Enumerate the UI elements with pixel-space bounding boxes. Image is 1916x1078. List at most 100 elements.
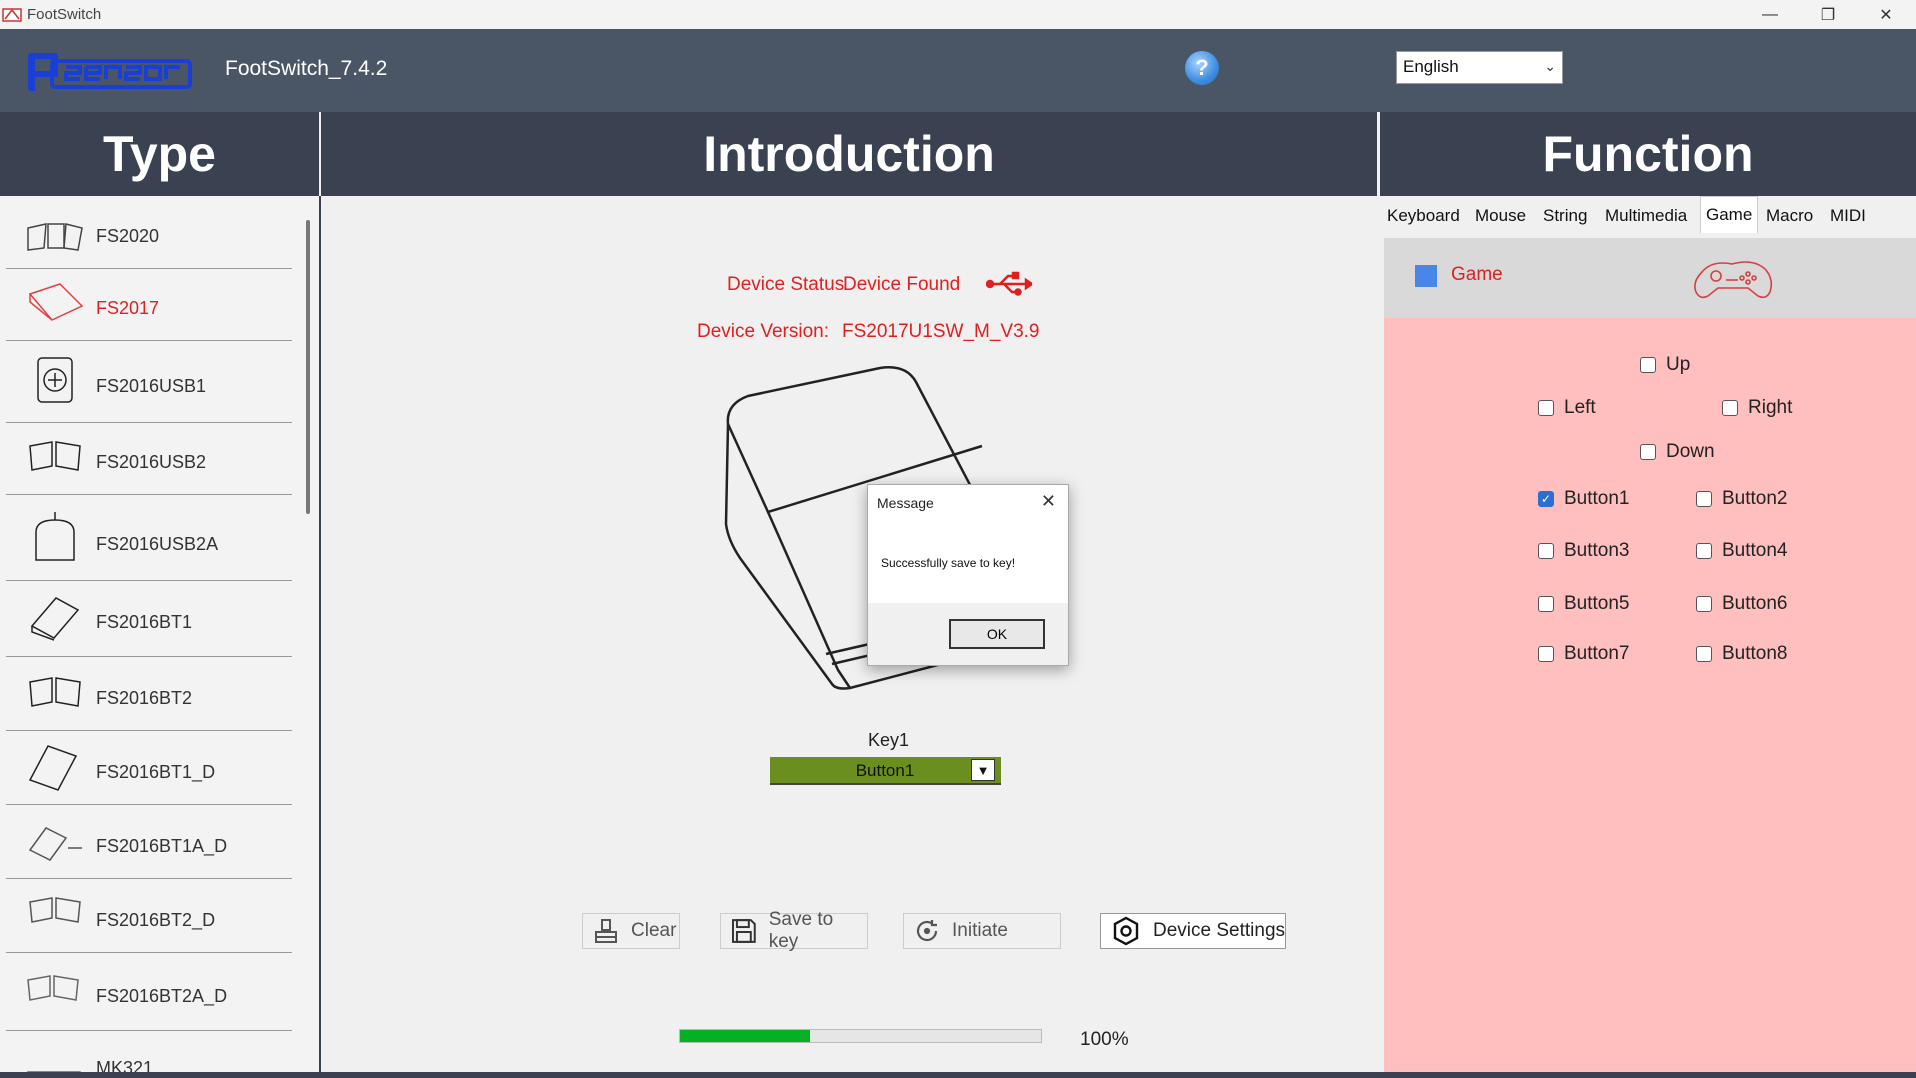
type-section-title: Type [0, 112, 319, 196]
minimize-button[interactable]: — [1741, 0, 1799, 29]
settings-button-label: Device Settings [1153, 920, 1286, 941]
fs2016bt1d-icon [28, 745, 78, 791]
device-status-label: Device Status [727, 274, 845, 295]
save-button-label: Save to key [768, 909, 834, 952]
save-to-key-button[interactable]: Save to key [720, 909, 868, 952]
fs2016bt2ad-icon [27, 975, 79, 1001]
tab-midi[interactable]: MIDI [1825, 200, 1871, 232]
checkbox-down[interactable]: Down [1640, 441, 1715, 463]
type-list-scrollbar[interactable] [306, 220, 310, 514]
checkbox-box[interactable] [1722, 400, 1738, 416]
key-label: Key1 [868, 730, 910, 750]
type-item-fs2016usb1[interactable]: FS2016USB1 [6, 340, 292, 423]
checkbox-up[interactable]: Up [1640, 354, 1690, 376]
type-item-label: FS2016BT2A_D [96, 986, 228, 1006]
restore-button[interactable]: ❐ [1799, 0, 1857, 29]
help-icon: ? [1195, 55, 1209, 80]
checkbox-box[interactable] [1696, 646, 1712, 662]
type-item-label: FS2016BT2_D [96, 910, 216, 930]
clear-button[interactable]: Clear [582, 913, 680, 949]
checkbox-label: Button3 [1564, 540, 1630, 561]
type-item-mk321[interactable]: MK321 [6, 1030, 292, 1072]
checkbox-box[interactable] [1538, 596, 1554, 612]
tab-keyboard[interactable]: Keyboard [1382, 200, 1465, 232]
usb-icon [986, 271, 1032, 296]
type-item-fs2016bt1-d[interactable]: FS2016BT1_D [6, 730, 292, 805]
device-settings-button[interactable]: Device Settings [1100, 913, 1286, 949]
checkbox-box[interactable] [1640, 444, 1656, 460]
checkbox-box[interactable] [1696, 543, 1712, 559]
tab-macro[interactable]: Macro [1761, 200, 1818, 232]
checkbox-label: Button8 [1722, 643, 1788, 664]
initiate-button[interactable]: Initiate [903, 913, 1061, 949]
game-label: Game [1451, 264, 1503, 285]
checkbox-button1[interactable]: ✓ Button1 [1538, 488, 1630, 510]
checkbox-box[interactable] [1640, 357, 1656, 373]
dialog-close-button[interactable]: ✕ [1041, 491, 1056, 512]
tab-multimedia[interactable]: Multimedia [1600, 200, 1692, 232]
checkbox-button6[interactable]: Button6 [1696, 593, 1788, 615]
fs2016bt1ad-icon [28, 827, 82, 861]
tab-game[interactable]: Game [1700, 196, 1759, 233]
ok-button[interactable]: OK [949, 619, 1045, 649]
checkbox-checked-icon[interactable]: ✓ [1538, 491, 1554, 507]
checkbox-button2[interactable]: Button2 [1696, 488, 1788, 510]
mk321-icon [27, 1071, 81, 1072]
restore-icon: ❐ [1820, 6, 1836, 24]
dialog-message: Successfully save to key! [881, 556, 1016, 570]
close-icon: ✕ [1040, 491, 1056, 511]
fs2016usb1-icon [37, 357, 73, 403]
type-item-fs2016bt2a-d[interactable]: FS2016BT2A_D [6, 952, 292, 1031]
type-item-fs2017[interactable]: FS2017 [6, 268, 292, 341]
checkbox-box[interactable] [1696, 596, 1712, 612]
fs2016bt1-icon [30, 597, 80, 641]
fs2016usb2-icon [29, 441, 81, 471]
checkbox-label: Button5 [1564, 593, 1630, 614]
type-item-fs2016bt2-d[interactable]: FS2016BT2_D [6, 878, 292, 953]
type-item-fs2016bt1[interactable]: FS2016BT1 [6, 580, 292, 657]
type-item-fs2016bt2[interactable]: FS2016BT2 [6, 656, 292, 731]
type-item-fs2016usb2[interactable]: FS2016USB2 [6, 422, 292, 495]
type-item-label: MK321 [96, 1058, 154, 1072]
checkbox-label: Button1 [1564, 488, 1630, 509]
tab-mouse[interactable]: Mouse [1470, 200, 1531, 232]
language-select[interactable]: English ⌄ [1396, 51, 1563, 84]
app-icon [2, 8, 22, 22]
close-window-button[interactable]: ✕ [1857, 0, 1915, 29]
type-item-fs2016bt1a-d[interactable]: FS2016BT1A_D [6, 804, 292, 879]
tab-string[interactable]: String [1538, 200, 1592, 232]
checkbox-label: Button7 [1564, 643, 1630, 664]
fs2020-icon [27, 223, 83, 251]
checkbox-right[interactable]: Right [1722, 397, 1792, 419]
type-item-label: FS2016BT2 [96, 688, 193, 708]
key-function-value: Button1 [855, 761, 915, 780]
help-button[interactable]: ? [1185, 51, 1219, 85]
refresh-icon [916, 920, 938, 942]
type-item-label: FS2017 [96, 298, 160, 318]
checkbox-button7[interactable]: Button7 [1538, 643, 1630, 665]
pcsensor-logo [28, 53, 192, 91]
key-function-select[interactable]: Button1 ▼ [770, 757, 1001, 785]
checkbox-button5[interactable]: Button5 [1538, 593, 1630, 615]
dialog-title: Message [877, 495, 934, 511]
checkbox-box[interactable] [1538, 400, 1554, 416]
game-color-swatch [1415, 265, 1437, 287]
fs2017-icon [28, 283, 84, 321]
type-item-label: FS2016USB1 [96, 376, 207, 396]
checkbox-button3[interactable]: Button3 [1538, 540, 1630, 562]
checkbox-left[interactable]: Left [1538, 397, 1596, 419]
fs2016usb2a-icon [35, 512, 75, 561]
progress-percent: 100% [1080, 1029, 1129, 1050]
window-title: FootSwitch [27, 6, 102, 23]
checkbox-box[interactable] [1538, 646, 1554, 662]
checkbox-box[interactable] [1696, 491, 1712, 507]
settings-icon [1113, 916, 1139, 946]
gamepad-icon [1694, 261, 1773, 299]
checkbox-button4[interactable]: Button4 [1696, 540, 1788, 562]
checkbox-box[interactable] [1538, 543, 1554, 559]
save-icon [731, 919, 756, 943]
type-item-fs2020[interactable]: FS2020 [6, 196, 292, 269]
type-item-fs2016usb2a[interactable]: FS2016USB2A [6, 494, 292, 581]
dropdown-arrow-icon[interactable]: ▼ [971, 759, 995, 781]
checkbox-button8[interactable]: Button8 [1696, 643, 1788, 665]
